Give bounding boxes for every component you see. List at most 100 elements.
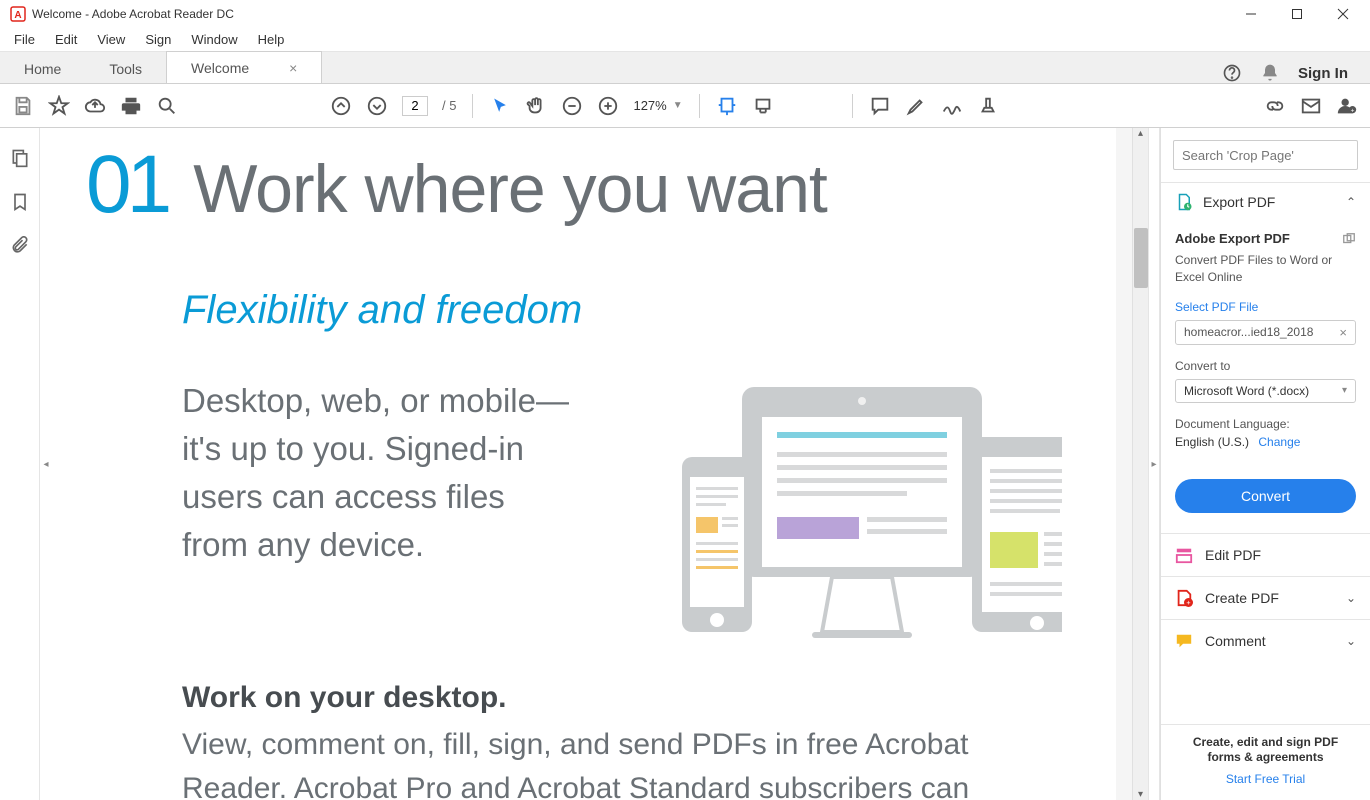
- page-total: / 5: [442, 98, 456, 113]
- window-title: Welcome - Adobe Acrobat Reader DC: [32, 7, 234, 21]
- export-pdf-body: Adobe Export PDF Convert PDF Files to Wo…: [1161, 221, 1370, 459]
- page-number-input[interactable]: [402, 96, 428, 116]
- vertical-scrollbar[interactable]: ▴ ▾: [1132, 128, 1148, 800]
- menu-sign[interactable]: Sign: [135, 30, 181, 49]
- svg-text:A: A: [14, 10, 21, 21]
- scroll-up-icon[interactable]: ▴: [1133, 128, 1148, 139]
- sign-in-button[interactable]: Sign In: [1298, 65, 1348, 82]
- document-page: 01 Work where you want Flexibility and f…: [52, 128, 1116, 800]
- select-file-label: Select PDF File: [1175, 300, 1356, 314]
- zoom-select[interactable]: 127% ▼: [633, 98, 682, 113]
- svg-text:+: +: [1186, 598, 1190, 607]
- comment-tool-icon: [1175, 632, 1193, 650]
- start-trial-link[interactable]: Start Free Trial: [1175, 772, 1356, 786]
- convert-button[interactable]: Convert: [1175, 479, 1356, 513]
- menu-edit[interactable]: Edit: [45, 30, 87, 49]
- maximize-button[interactable]: [1274, 0, 1320, 28]
- tools-panel: Export PDF ⌃ Adobe Export PDF Convert PD…: [1160, 128, 1370, 800]
- body-text: Desktop, web, or mobile—it's up to you. …: [182, 377, 572, 647]
- fit-width-icon[interactable]: [716, 95, 738, 117]
- chevron-down-icon: ▼: [673, 100, 683, 111]
- menu-window[interactable]: Window: [181, 30, 247, 49]
- chevron-down-icon: ⌄: [1346, 591, 1356, 605]
- tools-search-input[interactable]: [1173, 140, 1358, 170]
- popout-icon[interactable]: [1342, 232, 1356, 246]
- section-heading: Work on your desktop.: [182, 681, 1116, 715]
- tab-document[interactable]: Welcome ×: [166, 51, 322, 83]
- left-rail: [0, 128, 40, 800]
- comment-tool[interactable]: Comment ⌄: [1161, 619, 1370, 662]
- hand-tool-icon[interactable]: [525, 95, 547, 117]
- title-bar: A Welcome - Adobe Acrobat Reader DC: [0, 0, 1370, 28]
- page-down-icon[interactable]: [366, 95, 388, 117]
- add-user-icon[interactable]: +: [1336, 95, 1358, 117]
- link-icon[interactable]: [1264, 95, 1286, 117]
- document-viewport[interactable]: 01 Work where you want Flexibility and f…: [52, 128, 1132, 800]
- export-pdf-icon: [1175, 193, 1193, 211]
- selected-file-box[interactable]: homeacror...ied18_2018 ×: [1175, 320, 1356, 345]
- sign-tool-icon[interactable]: [941, 95, 963, 117]
- save-icon[interactable]: [12, 95, 34, 117]
- chevron-down-icon: ▾: [1342, 385, 1347, 396]
- edit-pdf-label: Edit PDF: [1205, 547, 1261, 563]
- menu-help[interactable]: Help: [248, 30, 295, 49]
- minimize-button[interactable]: [1228, 0, 1274, 28]
- tools-search: [1173, 140, 1358, 170]
- help-icon[interactable]: [1222, 63, 1242, 83]
- star-icon[interactable]: [48, 95, 70, 117]
- bookmark-icon[interactable]: [10, 192, 30, 212]
- create-pdf-label: Create PDF: [1205, 590, 1279, 606]
- collapse-right-icon[interactable]: ▸: [1148, 128, 1160, 800]
- notifications-icon[interactable]: [1260, 63, 1280, 83]
- separator: [699, 94, 700, 118]
- zoom-out-icon[interactable]: [561, 95, 583, 117]
- export-pdf-label: Export PDF: [1203, 194, 1275, 210]
- tab-close-icon[interactable]: ×: [289, 60, 297, 76]
- zoom-in-icon[interactable]: [597, 95, 619, 117]
- menu-view[interactable]: View: [87, 30, 135, 49]
- attachment-icon[interactable]: [10, 236, 30, 256]
- language-label: Document Language:: [1175, 417, 1356, 431]
- footer-text: Create, edit and sign PDF forms & agreem…: [1175, 735, 1356, 766]
- tab-tools[interactable]: Tools: [85, 55, 166, 83]
- devices-illustration: [602, 377, 1116, 647]
- highlight-icon[interactable]: [905, 95, 927, 117]
- adobe-export-title: Adobe Export PDF: [1175, 231, 1290, 246]
- toolbar: / 5 127% ▼ +: [0, 84, 1370, 128]
- create-pdf-icon: +: [1175, 589, 1193, 607]
- search-icon[interactable]: [156, 95, 178, 117]
- thumbnails-icon[interactable]: [10, 148, 30, 168]
- arrow-tool-icon[interactable]: [489, 95, 511, 117]
- tab-home[interactable]: Home: [0, 55, 85, 83]
- window-controls: [1228, 0, 1366, 28]
- panel-footer: Create, edit and sign PDF forms & agreem…: [1161, 724, 1370, 800]
- convert-button-label: Convert: [1241, 488, 1290, 504]
- export-pdf-header[interactable]: Export PDF ⌃: [1161, 182, 1370, 221]
- create-pdf-tool[interactable]: + Create PDF ⌄: [1161, 576, 1370, 619]
- email-icon[interactable]: [1300, 95, 1322, 117]
- collapse-left-icon[interactable]: ◂: [40, 128, 52, 800]
- tab-document-label: Welcome: [191, 60, 249, 76]
- chevron-up-icon: ⌃: [1346, 195, 1356, 209]
- fit-page-icon[interactable]: [752, 95, 774, 117]
- change-language-link[interactable]: Change: [1258, 435, 1300, 449]
- zoom-value: 127%: [633, 98, 666, 113]
- menu-file[interactable]: File: [4, 30, 45, 49]
- body-text-2: View, comment on, fill, sign, and send P…: [182, 723, 1022, 800]
- edit-pdf-tool[interactable]: Edit PDF: [1161, 533, 1370, 576]
- print-icon[interactable]: [120, 95, 142, 117]
- scrollbar-thumb[interactable]: [1134, 228, 1148, 288]
- cloud-upload-icon[interactable]: [84, 95, 106, 117]
- comment-icon[interactable]: [869, 95, 891, 117]
- clear-file-icon[interactable]: ×: [1339, 325, 1347, 340]
- export-description: Convert PDF Files to Word or Excel Onlin…: [1175, 252, 1356, 286]
- close-button[interactable]: [1320, 0, 1366, 28]
- scroll-down-icon[interactable]: ▾: [1133, 789, 1148, 800]
- svg-text:+: +: [1351, 107, 1355, 114]
- app-icon: A: [10, 6, 26, 22]
- page-up-icon[interactable]: [330, 95, 352, 117]
- stamp-icon[interactable]: [977, 95, 999, 117]
- page-heading: Work where you want: [193, 150, 827, 228]
- convert-to-value: Microsoft Word (*.docx): [1184, 384, 1309, 398]
- convert-to-select[interactable]: Microsoft Word (*.docx) ▾: [1175, 379, 1356, 403]
